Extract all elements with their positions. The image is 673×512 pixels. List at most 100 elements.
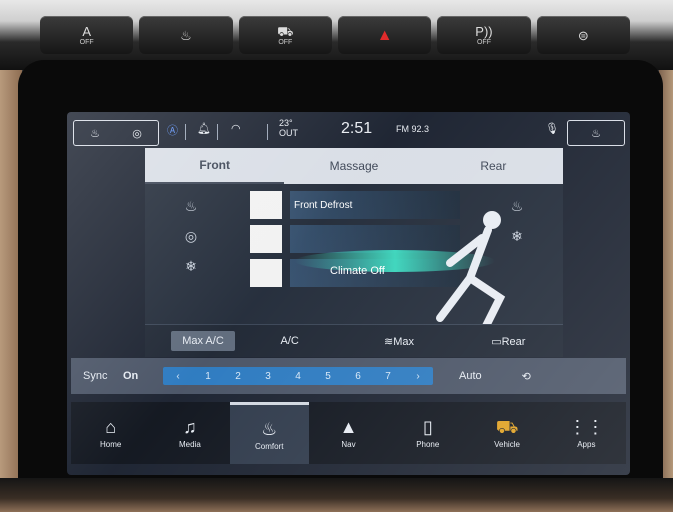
fan-speed-1[interactable]: 1 (193, 371, 223, 382)
driver-heated-wheel-icon[interactable]: ◎ (173, 228, 209, 245)
driver-seat-controls[interactable]: ♨ ◎ (73, 120, 159, 146)
lane-keep-button[interactable]: ⊜ (536, 16, 630, 54)
clock: 2:51 (341, 120, 373, 137)
vehicle-icon: ⛟ (495, 417, 519, 437)
sync-button[interactable]: Sync (83, 370, 123, 382)
nav-home[interactable]: ⌂ Home (71, 402, 150, 464)
park-sense-button[interactable]: P)) OFF (437, 16, 531, 54)
comfort-seat-icon: ♨ (261, 418, 278, 439)
temp-label: OUT (279, 128, 298, 138)
outside-temp: 23° OUT (279, 118, 298, 138)
passenger-seat-controls[interactable]: ♨ (567, 120, 625, 146)
nav-vehicle-label: Vehicle (494, 440, 520, 449)
hazard-icon: ▲ (376, 26, 393, 44)
rear-defrost-label: Rear (501, 335, 526, 348)
max-ac-button[interactable]: Max A/C (171, 331, 235, 351)
radio-station[interactable]: FM 92.3 (396, 124, 429, 134)
divider (185, 124, 186, 140)
lane-keep-icon: ⊜ (577, 27, 589, 43)
fan-speed-slider[interactable]: ‹ 1 2 3 4 5 6 7 › (163, 367, 433, 385)
climate-tabs: Front Massage Rear (145, 148, 563, 184)
park-sense-icon: P)) (475, 23, 493, 39)
tab-massage[interactable]: Massage (284, 148, 423, 184)
front-defrost-checkbox[interactable] (250, 191, 282, 219)
fan-control-row: Sync On ‹ 1 2 3 4 5 6 7 › Auto ⟲ (71, 358, 626, 394)
nav-nav[interactable]: ▲ Nav (309, 402, 388, 464)
status-bar: ♨ ◎ Ⓐ 🔔︎ ◠ 23° OUT 2:51 FM 92.3 🎙︎ ♨ (71, 118, 626, 146)
navigation-arrow-icon: ▲ (339, 417, 358, 437)
hazard-button[interactable]: ▲ (337, 16, 432, 54)
driver-vent-seat-icon[interactable]: ❄ (173, 258, 209, 275)
nav-apps[interactable]: ⋮⋮ Apps (547, 402, 626, 464)
nav-comfort[interactable]: ♨ Comfort (229, 402, 309, 464)
microphone-icon[interactable]: 🎙︎ (545, 122, 559, 135)
music-note-icon: ♫ (183, 417, 197, 437)
climate-on-button[interactable]: On (123, 370, 163, 382)
apps-grid-icon: ⋮⋮ (568, 417, 605, 437)
front-defrost-toggle[interactable]: Front Defrost (250, 190, 460, 220)
nav-apps-label: Apps (577, 440, 596, 449)
traction-off-label: OFF (278, 38, 293, 46)
traction-off-icon: ⛟ (277, 23, 294, 39)
fan-speed-increase[interactable]: › (403, 371, 433, 382)
nav-vehicle[interactable]: ⛟ Vehicle (467, 402, 546, 464)
heated-wheel-button[interactable]: ♨ (139, 16, 233, 54)
fan-speed-6[interactable]: 6 (343, 371, 373, 382)
radio-frequency: 92.3 (411, 124, 430, 134)
traction-off-button[interactable]: ⛟ OFF (238, 16, 332, 54)
radio-band: FM (396, 124, 409, 134)
fan-speed-decrease[interactable]: ‹ (163, 371, 193, 382)
airflow-upper-checkbox[interactable] (250, 225, 282, 253)
climate-panel: Front Massage Rear ♨ ◎ ❄ ♨ ❄ Front Defro… (145, 148, 563, 357)
max-defrost-label: Max (393, 335, 414, 348)
fan-speed-2[interactable]: 2 (223, 371, 253, 382)
driver-heated-seat-icon[interactable]: ♨ (173, 198, 209, 215)
auto-stop-icon: A (82, 23, 91, 39)
nav-comfort-label: Comfort (254, 441, 284, 451)
passenger-heated-seat-icon[interactable]: ♨ (591, 127, 601, 140)
infotainment-screen: ♨ ◎ Ⓐ 🔔︎ ◠ 23° OUT 2:51 FM 92.3 🎙︎ ♨ Fro… (67, 112, 630, 475)
seated-person-graphic (436, 211, 506, 328)
divider (267, 124, 268, 140)
max-defrost-button[interactable]: ≋Max (344, 335, 453, 348)
hardware-button-row: A OFF ♨ ⛟ OFF ▲ P)) OFF ⊜ (40, 16, 630, 56)
ac-button[interactable]: A/C (235, 335, 344, 347)
nav-phone-label: Phone (416, 440, 440, 449)
heated-wheel-icon: ♨ (180, 27, 192, 43)
front-defrost-label: Front Defrost (294, 199, 353, 211)
ac-controls-row: Max A/C A/C ≋Max ▭Rear (145, 324, 563, 357)
auto-stop-button[interactable]: A OFF (40, 16, 134, 54)
fan-speed-3[interactable]: 3 (253, 371, 283, 382)
nav-phone[interactable]: ▯ Phone (388, 402, 467, 464)
defrost-icon: ≋ (383, 335, 394, 348)
divider (217, 124, 218, 140)
park-sense-label: OFF (476, 38, 491, 46)
nav-home-label: Home (99, 440, 122, 449)
auto-stop-label: OFF (79, 38, 94, 46)
bottom-nav-bar: ⌂ Home ♫ Media ♨ Comfort ▲ Nav ▯ Phone ⛟ Vehic… (71, 402, 626, 464)
airflow-upper-toggle[interactable] (250, 224, 460, 254)
tab-rear[interactable]: Rear (424, 148, 563, 184)
phone-icon: ▯ (422, 417, 433, 437)
nav-media-label: Media (179, 440, 201, 449)
fan-speed-5[interactable]: 5 (313, 371, 343, 382)
heated-seat-icon[interactable]: ♨ (90, 127, 100, 140)
notification-bell-icon[interactable]: 🔔︎ (197, 122, 211, 135)
steering-heat-icon[interactable]: ◎ (132, 127, 142, 140)
rear-defrost-button[interactable]: ▭Rear (454, 335, 563, 348)
climate-off-label: Climate Off (330, 265, 385, 277)
tab-front[interactable]: Front (145, 148, 285, 184)
temp-value: 23° (279, 118, 293, 128)
auto-climate-button[interactable]: Auto (459, 370, 482, 382)
home-icon: ⌂ (105, 417, 117, 437)
auto-hold-icon: Ⓐ (167, 125, 178, 137)
fan-speed-4[interactable]: 4 (283, 371, 313, 382)
recirculation-icon[interactable]: ⟲ (522, 370, 531, 383)
airflow-lower-checkbox[interactable] (250, 259, 282, 287)
wifi-icon[interactable]: ◠ (231, 122, 241, 135)
nav-nav-label: Nav (341, 440, 356, 449)
rear-defrost-icon: ▭ (491, 335, 502, 348)
fan-speed-7[interactable]: 7 (373, 371, 403, 382)
dashboard-bottom (0, 478, 673, 512)
nav-media[interactable]: ♫ Media (150, 402, 229, 464)
